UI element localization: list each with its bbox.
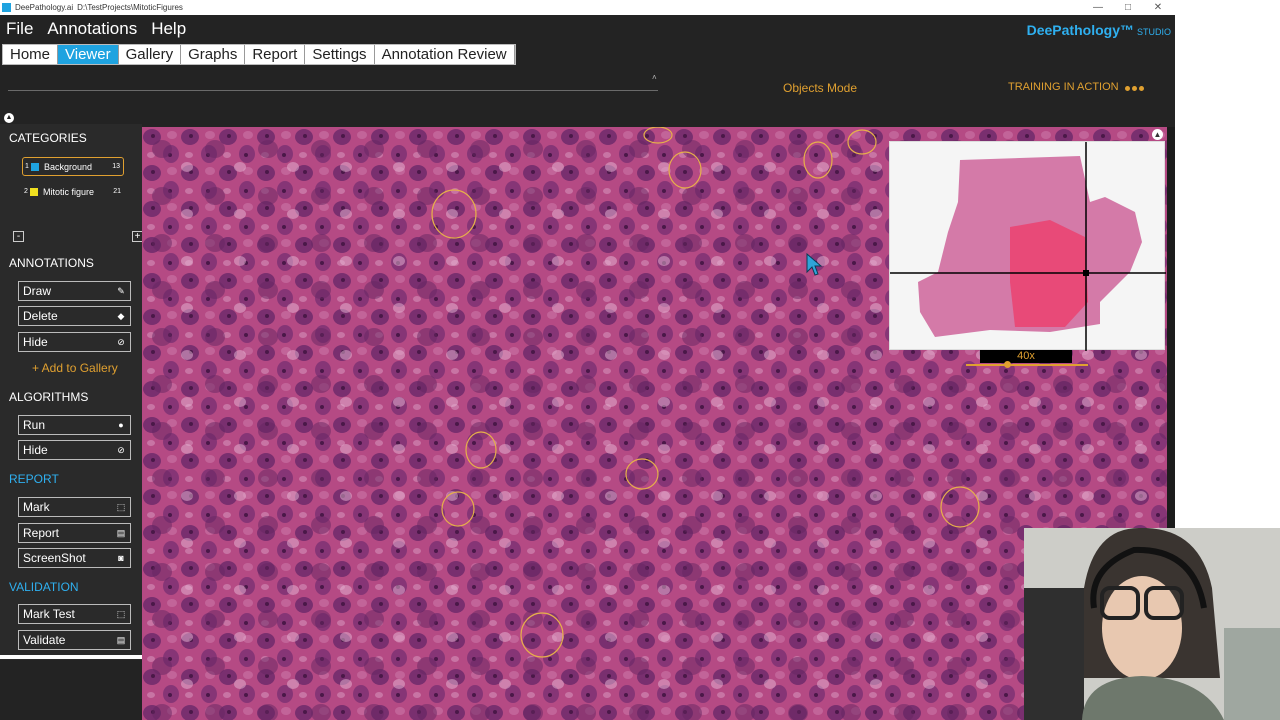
eraser-icon: ◆ — [117, 311, 125, 321]
sidebar-divider — [0, 655, 142, 659]
button-label: Delete — [23, 309, 58, 323]
button-label: Run — [23, 418, 46, 432]
tab-home[interactable]: Home — [3, 45, 59, 64]
slide-selector[interactable] — [8, 90, 658, 91]
report-title: REPORT — [9, 472, 59, 486]
eye-slash-icon: ⊘ — [117, 337, 125, 347]
run-button[interactable]: Run ● — [18, 415, 131, 435]
screenshot-button[interactable]: ScreenShot ◙ — [18, 548, 131, 568]
pencil-icon: ✎ — [117, 286, 125, 296]
category-count: 13 — [112, 163, 120, 170]
document-icon: ▤ — [116, 528, 126, 538]
button-label: Hide — [23, 443, 48, 457]
main-tabs: Home Viewer Gallery Graphs Report Settin… — [2, 44, 516, 65]
mouse-cursor-icon — [806, 253, 822, 276]
category-mitotic-figure[interactable]: 2 Mitotic figure 21 — [22, 182, 124, 201]
button-label: ScreenShot — [23, 551, 86, 565]
objects-mode-label[interactable]: Objects Mode — [783, 81, 857, 95]
validation-title: VALIDATION — [9, 580, 79, 594]
report-button[interactable]: Report ▤ — [18, 523, 131, 543]
hide-annotations-button[interactable]: Hide ⊘ — [18, 332, 131, 352]
mark-test-button[interactable]: Mark Test ⬚ — [18, 604, 131, 624]
window-controls: — □ ✕ — [1093, 0, 1163, 15]
button-label: Mark Test — [23, 607, 75, 621]
square-icon: ⬚ — [116, 502, 126, 512]
draw-button[interactable]: Draw ✎ — [18, 281, 131, 301]
menu-bar: File Annotations Help — [0, 15, 186, 43]
button-label: Report — [23, 526, 60, 540]
algorithms-title: ALGORITHMS — [9, 390, 89, 404]
minimize-button[interactable]: — — [1093, 2, 1103, 13]
menu-annotations[interactable]: Annotations — [47, 19, 137, 39]
category-number: 2 — [24, 188, 28, 195]
app-name: DeePathology.ai — [15, 3, 74, 12]
activity-dots-icon — [1125, 86, 1144, 91]
camera-icon: ◙ — [118, 553, 124, 563]
category-count: 21 — [113, 188, 121, 195]
close-overview-icon[interactable]: ▲ — [1152, 129, 1163, 140]
category-color-swatch — [30, 187, 38, 196]
annotations-title: ANNOTATIONS — [9, 256, 94, 270]
title-bar: DeePathology.ai D:\TestProjects\MitoticF… — [0, 0, 1175, 15]
categories-title: CATEGORIES — [9, 131, 87, 145]
app-icon — [2, 3, 11, 12]
collapse-sidebar-icon[interactable]: ▲ — [4, 113, 14, 123]
zoom-slider-thumb[interactable] — [1004, 361, 1011, 368]
menu-help[interactable]: Help — [151, 19, 186, 39]
maximize-button[interactable]: □ — [1123, 2, 1133, 13]
overview-thumbnail[interactable] — [890, 142, 1166, 351]
zoom-level: 40x — [980, 350, 1072, 363]
category-label: Mitotic figure — [43, 186, 95, 197]
menu-file[interactable]: File — [6, 19, 33, 39]
brand-name: DeePathology™ — [1026, 22, 1134, 38]
eye-slash-icon: ⊘ — [117, 445, 125, 455]
button-label: Draw — [23, 284, 52, 298]
hide-algorithm-button[interactable]: Hide ⊘ — [18, 440, 131, 460]
mark-button[interactable]: Mark ⬚ — [18, 497, 131, 517]
square-icon: ⬚ — [116, 609, 126, 619]
validate-button[interactable]: Validate ▤ — [18, 630, 131, 650]
tab-report[interactable]: Report — [245, 45, 306, 64]
remove-category-button[interactable]: - — [13, 231, 24, 242]
project-path: D:\TestProjects\MitoticFigures — [77, 3, 183, 12]
delete-button[interactable]: Delete ◆ — [18, 306, 131, 326]
tab-viewer[interactable]: Viewer — [58, 45, 119, 64]
category-number: 1 — [25, 163, 29, 170]
category-background[interactable]: 1 Background 13 — [22, 157, 124, 176]
brand-suffix: STUDIO — [1136, 27, 1171, 37]
button-label: Hide — [23, 335, 48, 349]
category-label: Background — [44, 161, 93, 172]
tab-annotation-review[interactable]: Annotation Review — [375, 45, 515, 64]
add-to-gallery-link[interactable]: + Add to Gallery — [32, 361, 118, 375]
button-label: Validate — [23, 633, 66, 647]
tab-settings[interactable]: Settings — [305, 45, 375, 64]
category-color-swatch — [31, 162, 39, 171]
zoom-slider[interactable] — [966, 364, 1088, 366]
brand-logo: DeePathology™ STUDIO — [1027, 22, 1171, 38]
training-status: TRAINING IN ACTION — [1008, 81, 1119, 93]
document-icon: ▤ — [116, 635, 126, 645]
button-label: Mark — [23, 500, 50, 514]
presenter-video — [1024, 528, 1280, 720]
close-button[interactable]: ✕ — [1153, 2, 1163, 13]
tab-gallery[interactable]: Gallery — [119, 45, 182, 64]
tab-graphs[interactable]: Graphs — [181, 45, 246, 64]
app-window: DeePathology.ai D:\TestProjects\MitoticF… — [0, 0, 1175, 720]
play-circle-icon: ● — [118, 420, 124, 430]
webcam-overlay — [1024, 528, 1280, 720]
left-sidebar: CATEGORIES 1 Background 13 2 Mitotic fig… — [0, 124, 143, 660]
chevron-down-icon[interactable]: ˄ — [652, 73, 657, 82]
slide-overview-map[interactable] — [889, 141, 1166, 351]
